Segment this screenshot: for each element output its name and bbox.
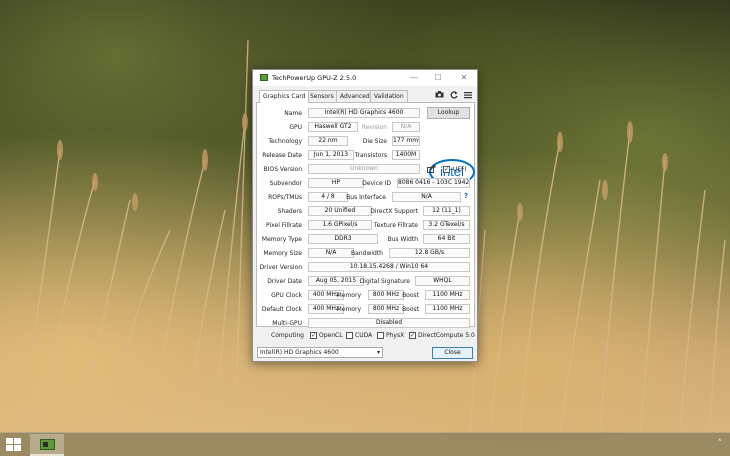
driver-date-label: Driver Date	[267, 278, 302, 285]
bus-interface-label: Bus Interface	[346, 194, 386, 201]
bandwidth-value: 12.8 GB/s	[389, 248, 470, 258]
bus-width-label: Bus Width	[387, 236, 418, 243]
shaders-value: 20 Unified	[308, 206, 372, 216]
minimize-button[interactable]: —	[405, 72, 423, 84]
bus-interface-value: N/A	[392, 192, 461, 202]
title-bar[interactable]: TechPowerUp GPU-Z 2.5.0 — ☐ ✕	[253, 70, 477, 86]
directcompute-checkbox[interactable]: ✓	[409, 332, 416, 339]
menu-icon[interactable]	[464, 91, 472, 101]
directx-support-label: DirectX Support	[370, 208, 418, 215]
digital-signature-label: Digital Signature	[359, 278, 410, 285]
memory-clock-value: 800 MHz	[368, 290, 404, 300]
tab-advanced[interactable]: Advanced	[336, 90, 374, 102]
subvendor-label: Subvendor	[269, 180, 302, 187]
opencl-checkbox[interactable]: ✓	[310, 332, 317, 339]
close-window-button[interactable]: ✕	[455, 72, 473, 84]
release-date-value: Jun 1, 2013	[308, 150, 354, 160]
memory-type-label: Memory Type	[261, 236, 302, 243]
computing-label: Computing	[271, 332, 304, 339]
bios-version-label: BIOS Version	[263, 166, 302, 173]
lookup-button[interactable]: Lookup	[427, 107, 470, 119]
release-date-label: Release Date	[262, 152, 302, 159]
gpu-select-dropdown[interactable]: Intel(R) HD Graphics 4600 ▾	[257, 347, 383, 358]
tab-sensors[interactable]: Sensors	[306, 90, 338, 102]
pixel-fillrate-label: Pixel Fillrate	[266, 222, 302, 229]
window-title: TechPowerUp GPU-Z 2.5.0	[272, 74, 357, 82]
bandwidth-label: Bandwidth	[351, 250, 383, 257]
graphics-card-panel: Name Intel(R) HD Graphics 4600 Lookup GP…	[256, 102, 475, 328]
close-button[interactable]: Close	[432, 347, 473, 359]
shaders-label: Shaders	[277, 208, 302, 215]
gpuz-app-icon	[260, 74, 268, 81]
gpu-name-value: Intel(R) HD Graphics 4600	[308, 108, 420, 118]
default-memory-value: 800 MHz	[368, 304, 404, 314]
device-id-value: 8086 0416 - 103C 1942	[397, 178, 470, 188]
memory-size-label: Memory Size	[263, 250, 302, 257]
pixel-fillrate-value: 1.6 GPixel/s	[308, 220, 372, 230]
selected-gpu-text: Intel(R) HD Graphics 4600	[260, 349, 339, 356]
digital-signature-value: WHQL	[415, 276, 470, 286]
gpu-clock-label: GPU Clock	[271, 292, 302, 299]
gpuz-taskbar-icon	[40, 439, 55, 450]
opencl-label: OpenCL	[319, 332, 343, 339]
bus-width-value: 64 Bit	[423, 234, 470, 244]
revision-label: Revision	[361, 124, 387, 131]
chevron-down-icon: ▾	[376, 349, 380, 356]
gpuz-window: TechPowerUp GPU-Z 2.5.0 — ☐ ✕ Graphics C…	[252, 69, 478, 362]
multi-gpu-label: Multi-GPU	[272, 320, 302, 327]
boost-clock-value: 1100 MHz	[425, 290, 470, 300]
memory-clock-label: Memory	[336, 292, 361, 299]
default-boost-label: Boost	[402, 306, 419, 313]
default-clock-label: Default Clock	[261, 306, 302, 313]
share-icon[interactable]	[427, 165, 436, 173]
taskbar: ˄	[0, 432, 730, 456]
maximize-button[interactable]: ☐	[429, 72, 447, 84]
memory-type-value: DDR3	[308, 234, 378, 244]
driver-version-value: 10.18.15.4268 / Win10 64	[308, 262, 470, 272]
multi-gpu-value: Disabled	[308, 318, 470, 328]
taskbar-gpuz-app[interactable]	[30, 434, 64, 456]
die-size-label: Die Size	[362, 138, 387, 145]
directx-support-value: 12 (11_1)	[423, 206, 470, 216]
technology-value: 22 nm	[308, 136, 348, 146]
physx-checkbox[interactable]	[377, 332, 384, 339]
rops-tmus-value: 4 / 8	[308, 192, 348, 202]
texture-fillrate-value: 3.2 GTexel/s	[423, 220, 470, 230]
windows-start-icon[interactable]	[6, 438, 22, 452]
die-size-value: 177 mm²	[392, 136, 420, 146]
physx-label: PhysX	[386, 332, 405, 339]
driver-date-value: Aug 05, 2015	[308, 276, 364, 286]
technology-label: Technology	[268, 138, 302, 145]
camera-icon[interactable]	[435, 91, 444, 100]
memory-size-value: N/A	[308, 248, 354, 258]
boost-clock-label: Boost	[402, 292, 419, 299]
gpu-value: Haswell GT2	[308, 122, 358, 132]
tab-graphics-card[interactable]: Graphics Card	[259, 90, 310, 103]
default-boost-value: 1100 MHz	[425, 304, 470, 314]
tab-validation[interactable]: Validation	[370, 90, 408, 102]
uefi-checkbox[interactable]: ✓	[443, 166, 450, 173]
bus-info-help-icon[interactable]: ?	[464, 192, 468, 200]
transistors-label: Transistors	[354, 152, 387, 159]
device-id-label: Device ID	[362, 180, 391, 187]
uefi-label: UEFI	[453, 166, 467, 173]
rops-tmus-label: ROPs/TMUs	[268, 194, 302, 201]
directcompute-label: DirectCompute 5.0	[418, 332, 475, 339]
gpu-label: GPU	[289, 124, 302, 131]
cuda-label: CUDA	[355, 332, 373, 339]
transistors-value: 1400M	[392, 150, 420, 160]
revision-value: N/A	[392, 122, 420, 132]
name-label: Name	[284, 110, 302, 117]
default-memory-label: Memory	[336, 306, 361, 313]
subvendor-value: HP	[308, 178, 364, 188]
tray-chevron-up-icon[interactable]: ˄	[718, 439, 723, 449]
cuda-checkbox[interactable]	[346, 332, 353, 339]
texture-fillrate-label: Texture Fillrate	[373, 222, 418, 229]
bios-version-value: Unknown	[308, 164, 420, 174]
refresh-icon[interactable]	[450, 91, 458, 101]
driver-version-label: Driver Version	[259, 264, 302, 271]
